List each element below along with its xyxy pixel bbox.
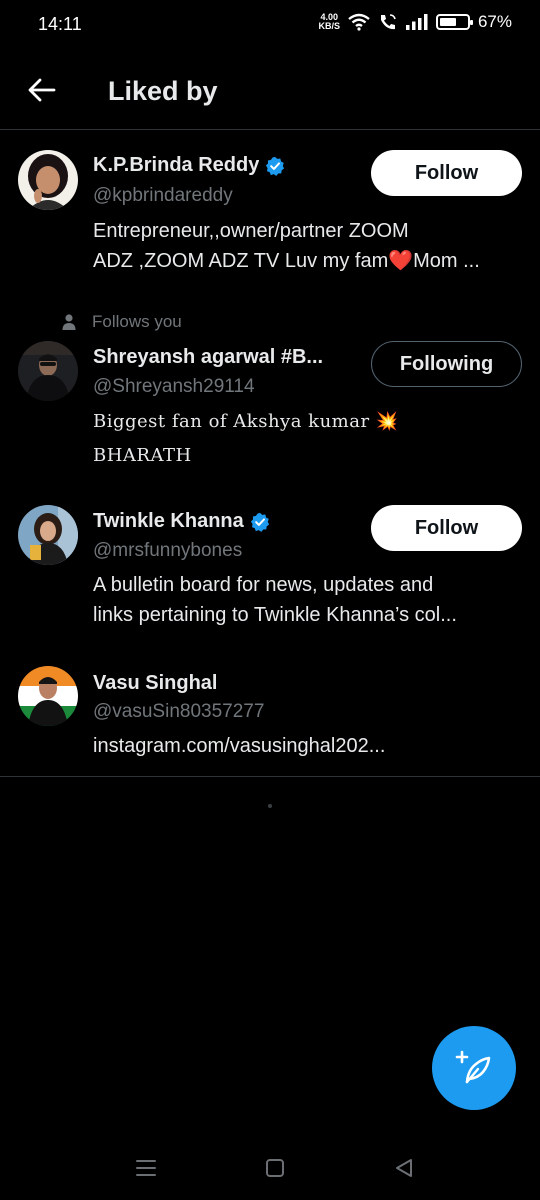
status-bar: 14:11 4.00 KB/S 67%: [0, 0, 540, 48]
bio-line: links pertaining to Twinkle Khanna’s col…: [93, 604, 457, 626]
bio-line: instagram.com/vasusinghal202...: [93, 735, 386, 757]
list-divider: [0, 776, 540, 777]
avatar[interactable]: [18, 505, 78, 565]
signal-icon: [405, 14, 428, 30]
battery-icon: [435, 14, 473, 30]
home-square-icon[interactable]: [263, 1156, 287, 1180]
name-row: Twinkle Khanna: [93, 510, 270, 533]
system-nav-bar: [0, 1140, 540, 1200]
person-icon: [62, 314, 76, 330]
compose-button[interactable]: [432, 1026, 516, 1110]
status-icons: 4.00 KB/S 67%: [318, 12, 512, 32]
verified-badge-icon: [250, 512, 269, 532]
verified-badge-icon: [266, 156, 285, 176]
name-row: K.P.Brinda Reddy: [93, 154, 285, 177]
net-speed: 4.00 KB/S: [318, 13, 340, 31]
bio-line: BHARATH: [93, 445, 192, 466]
user-handle: @mrsfunnybones: [93, 540, 243, 561]
bio-line: Entrepreneur,,owner/partner ZOOM: [93, 220, 409, 242]
battery-percent: 67%: [477, 12, 512, 31]
user-name: Vasu Singhal: [93, 672, 218, 694]
user-handle: @Shreyansh29114: [93, 376, 255, 397]
avatar[interactable]: [18, 341, 78, 401]
user-name: K.P.Brinda Reddy: [93, 154, 260, 176]
bio-line: A bulletin board for news, updates and: [93, 574, 434, 596]
user-name: Shreyansh agarwal #B...: [93, 346, 324, 368]
user-handle: @vasuSin80357277: [93, 701, 265, 722]
recents-menu-icon[interactable]: [134, 1156, 158, 1180]
name-row: Shreyansh agarwal #B...: [93, 346, 323, 369]
user-bio: Biggest fan of Akshya kumar 💥 BHARATH: [93, 405, 523, 473]
loading-dot: [268, 804, 272, 808]
avatar[interactable]: [18, 150, 78, 210]
user-name: Twinkle Khanna: [93, 510, 244, 532]
user-handle: @kpbrindareddy: [93, 185, 233, 206]
top-app-bar: Liked by: [0, 60, 540, 130]
back-arrow-icon[interactable]: [26, 74, 58, 106]
page-title: Liked by: [108, 76, 218, 106]
volte-call-icon: [380, 14, 396, 30]
follows-you-context: Follows you: [60, 312, 182, 332]
net-speed-unit: KB/S: [318, 21, 340, 31]
user-bio: instagram.com/vasusinghal202...: [93, 731, 523, 761]
bio-line: Biggest fan of Akshya kumar 💥: [93, 411, 399, 432]
back-triangle-icon[interactable]: [392, 1156, 416, 1180]
user-bio: Entrepreneur,,owner/partner ZOOM ADZ ,ZO…: [93, 216, 523, 276]
compose-feather-plus-icon: [455, 1050, 491, 1084]
follow-button[interactable]: Follow: [371, 505, 522, 551]
name-row: Vasu Singhal: [93, 672, 217, 695]
wifi-icon: [348, 13, 370, 31]
avatar[interactable]: [18, 666, 78, 726]
follows-you-label: Follows you: [92, 312, 182, 331]
following-button[interactable]: Following: [371, 341, 522, 387]
status-time: 14:11: [38, 14, 82, 34]
bio-line: ADZ ,ZOOM ADZ TV Luv my fam❤️Mom ...: [93, 250, 480, 272]
follow-button[interactable]: Follow: [371, 150, 522, 196]
battery-fill: [439, 18, 457, 26]
user-bio: A bulletin board for news, updates and l…: [93, 570, 523, 630]
